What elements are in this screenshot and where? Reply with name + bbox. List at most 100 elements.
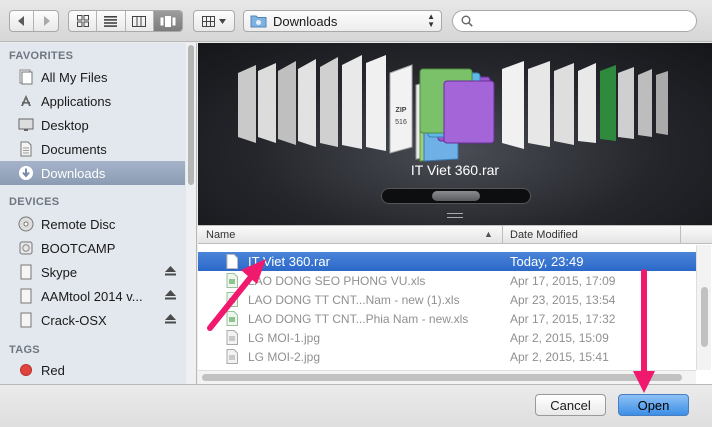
view-mode-buttons xyxy=(68,10,183,32)
cancel-button[interactable]: Cancel xyxy=(535,394,606,416)
all-files-icon xyxy=(17,68,35,86)
sidebar-item-tag-red[interactable]: Red xyxy=(0,358,185,382)
table-row[interactable]: LAO DONG TT CNT...Phia Nam - new.xls Apr… xyxy=(198,309,696,328)
back-button[interactable] xyxy=(10,11,35,31)
chevron-down-icon xyxy=(219,18,226,24)
xls-file-icon xyxy=(226,292,238,307)
list-view-icon xyxy=(104,15,118,27)
list-view-button[interactable] xyxy=(97,11,126,31)
documents-icon xyxy=(17,140,35,158)
file-name: LAO DONG TT CNT...Phia Nam - new.xls xyxy=(248,312,469,326)
resize-grip[interactable] xyxy=(447,213,463,218)
sidebar-item-crack-osx[interactable]: Crack-OSX xyxy=(0,308,185,332)
sidebar-item-label: Documents xyxy=(41,141,107,157)
eject-icon[interactable] xyxy=(165,266,176,276)
desktop-icon xyxy=(17,116,35,134)
eject-icon[interactable] xyxy=(165,314,176,324)
icon-view-button[interactable] xyxy=(69,11,98,31)
sidebar-item-label: Crack-OSX xyxy=(41,312,107,328)
file-name: LG MOI-1.jpg xyxy=(248,331,321,345)
file-name: IT Viet 360.rar xyxy=(248,254,330,269)
search-field[interactable] xyxy=(452,10,697,32)
sidebar-item-downloads[interactable]: Downloads xyxy=(0,161,185,185)
xls-file-icon xyxy=(226,311,238,326)
chevron-left-icon xyxy=(17,16,24,26)
file-date: Apr 17, 2015, 17:32 xyxy=(510,312,616,326)
volume-icon xyxy=(17,311,35,329)
coverflow-view-button[interactable] xyxy=(153,11,182,31)
arrange-button[interactable] xyxy=(193,10,235,32)
sidebar-item-label: Applications xyxy=(41,93,112,109)
downloads-icon xyxy=(17,164,35,182)
sidebar-item-skype[interactable]: Skype xyxy=(0,260,185,284)
sort-ascending-icon: ▲ xyxy=(484,229,493,239)
volume-icon xyxy=(17,263,35,281)
file-date: Apr 23, 2015, 13:54 xyxy=(510,293,616,307)
coverflow-stack[interactable] xyxy=(198,43,712,163)
column-header-name[interactable]: Name xyxy=(206,229,235,241)
jpg-file-icon xyxy=(226,330,238,345)
magnifier-icon xyxy=(461,15,473,27)
drive-icon xyxy=(17,239,35,257)
sidebar-item-label: BOOTCAMP xyxy=(41,240,116,256)
table-row[interactable]: LG MOI-1.jpg Apr 2, 2015, 15:09 xyxy=(198,328,696,347)
list-horizontal-scrollbar[interactable] xyxy=(198,370,696,384)
table-row[interactable]: LG MOI-2.jpg Apr 2, 2015, 15:41 xyxy=(198,347,696,366)
sidebar-item-remote-disc[interactable]: Remote Disc xyxy=(0,212,185,236)
column-view-button[interactable] xyxy=(126,11,154,31)
list-vertical-scroll-thumb[interactable] xyxy=(701,287,708,347)
list-vertical-scrollbar[interactable] xyxy=(696,245,711,370)
sidebar-item-label: Skype xyxy=(41,264,78,280)
sidebar-item-label: All My Files xyxy=(41,69,108,85)
sidebar-item-all-my-files[interactable]: All My Files xyxy=(0,65,185,89)
disc-icon xyxy=(17,215,35,233)
column-divider xyxy=(680,226,681,244)
coverflow-slider-knob[interactable] xyxy=(432,191,480,201)
jpg-file-icon xyxy=(226,349,238,364)
sidebar-item-bootcamp[interactable]: BOOTCAMP xyxy=(0,236,185,260)
sidebar-item-applications[interactable]: Applications xyxy=(0,89,185,113)
devices-header: DEVICES xyxy=(9,196,60,208)
file-date: Apr 17, 2015, 17:09 xyxy=(510,274,616,288)
volume-icon xyxy=(17,287,35,305)
list-header: Name ▲ Date Modified xyxy=(198,226,712,244)
sidebar-item-label: Remote Disc xyxy=(41,216,116,232)
coverflow-slider[interactable] xyxy=(381,188,531,204)
list-horizontal-scroll-thumb[interactable] xyxy=(202,374,682,381)
table-row[interactable]: LAO DONG SEO PHONG VU.xls Apr 17, 2015, … xyxy=(198,271,696,290)
zip-sublabel: 516 xyxy=(395,119,407,126)
applications-icon xyxy=(17,92,35,110)
eject-icon[interactable] xyxy=(165,290,176,300)
file-icon xyxy=(226,254,238,269)
arrange-grid-icon xyxy=(202,15,215,27)
location-label: Downloads xyxy=(273,13,338,29)
sidebar: FAVORITES All My Files Applications Desk… xyxy=(0,43,197,384)
sidebar-scroll-thumb[interactable] xyxy=(188,45,194,185)
sidebar-item-label: Downloads xyxy=(41,165,106,181)
tag-color-icon xyxy=(17,361,35,379)
file-date: Today, 23:49 xyxy=(510,254,584,269)
location-popup[interactable]: Downloads ▲ ▼ xyxy=(243,10,442,32)
tags-header: TAGS xyxy=(9,344,40,356)
sidebar-item-label: Red xyxy=(41,362,65,378)
sidebar-item-label: Desktop xyxy=(41,117,89,133)
column-header-date[interactable]: Date Modified xyxy=(502,226,680,244)
preview-title: IT Viet 360.rar xyxy=(410,162,500,178)
chevron-right-icon xyxy=(44,16,50,26)
folder-icon xyxy=(250,15,267,28)
file-date: Apr 2, 2015, 15:41 xyxy=(510,350,609,364)
icon-view-icon xyxy=(76,15,89,27)
dialog-button-bar: Cancel Open xyxy=(0,384,712,427)
favorites-header: FAVORITES xyxy=(9,50,74,62)
open-button[interactable]: Open xyxy=(618,394,689,416)
forward-button[interactable] xyxy=(34,11,58,31)
sidebar-item-documents[interactable]: Documents xyxy=(0,137,185,161)
sidebar-item-aamtool[interactable]: AAMtool 2014 v... xyxy=(0,284,185,308)
sidebar-item-desktop[interactable]: Desktop xyxy=(0,113,185,137)
sidebar-item-label: AAMtool 2014 v... xyxy=(41,288,143,304)
coverflow-preview: ZIP 516 IT Viet 360.rar xyxy=(198,43,712,225)
navigation-buttons xyxy=(9,10,59,32)
table-row-selected[interactable]: IT Viet 360.rar Today, 23:49 xyxy=(198,252,696,271)
sidebar-scrollbar[interactable] xyxy=(186,43,196,384)
table-row[interactable]: LAO DONG TT CNT...Nam - new (1).xls Apr … xyxy=(198,290,696,309)
